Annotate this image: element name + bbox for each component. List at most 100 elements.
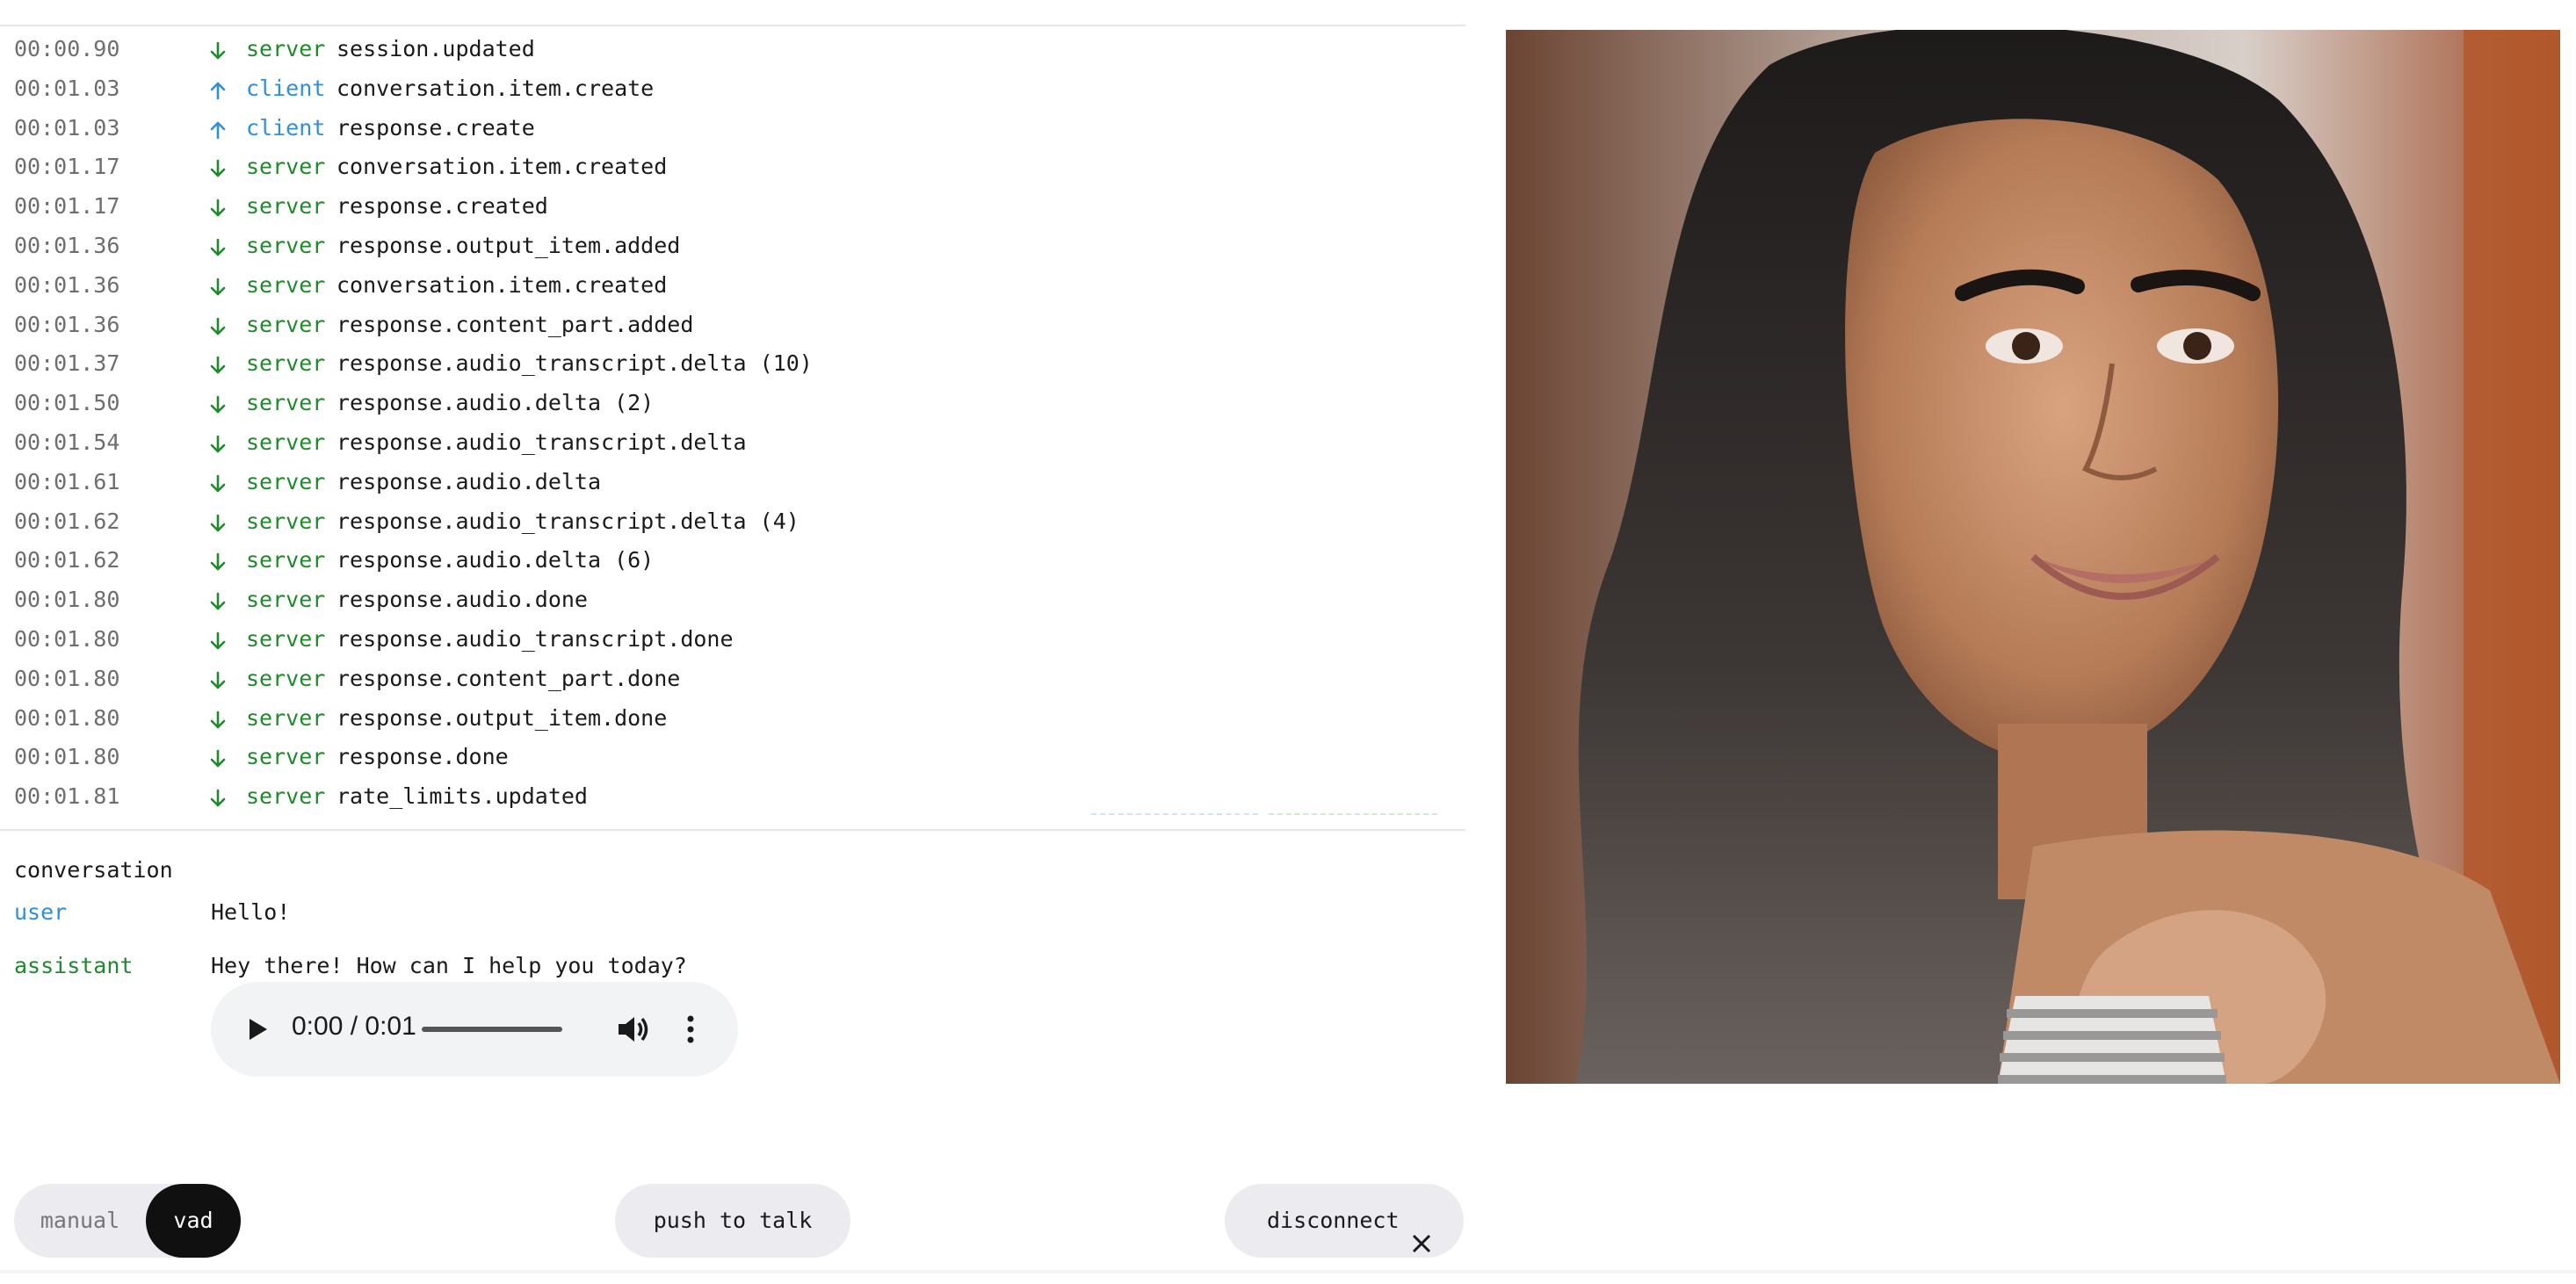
event-row[interactable]: 00:01.37 server response.audio_transcript.… bbox=[0, 346, 1465, 386]
arrow-down-icon bbox=[207, 473, 228, 494]
event-time: 00:01.50 bbox=[14, 390, 120, 416]
arrow-down-icon bbox=[207, 748, 228, 769]
event-row[interactable]: 00:01.03 client response.create bbox=[0, 111, 1465, 150]
event-time: 00:01.36 bbox=[14, 232, 120, 258]
event-row[interactable]: 00:01.62 server response.audio_transcript.… bbox=[0, 504, 1465, 544]
event-time: 00:01.81 bbox=[14, 783, 120, 810]
arrow-down-icon bbox=[207, 434, 228, 455]
mode-manual-button[interactable]: manual bbox=[14, 1184, 146, 1258]
disconnect-button[interactable]: disconnect bbox=[1225, 1184, 1464, 1258]
bottom-strip bbox=[0, 1270, 2576, 1273]
arrow-down-icon bbox=[207, 670, 228, 691]
portrait-illustration bbox=[1506, 30, 2560, 1084]
event-type: response.audio_transcript.delta (4) bbox=[336, 508, 800, 534]
event-row[interactable]: 00:01.36 server conversation.item.created bbox=[0, 268, 1465, 307]
message-text-user: Hello! bbox=[211, 899, 291, 925]
message-text-assistant: Hey there! How can I help you today? bbox=[211, 953, 687, 978]
event-source: server bbox=[246, 390, 326, 416]
event-source: server bbox=[246, 508, 326, 534]
event-time: 00:01.36 bbox=[14, 271, 120, 298]
arrow-down-icon bbox=[207, 277, 228, 298]
arrow-down-icon bbox=[207, 355, 228, 376]
striped-sleeve bbox=[1998, 996, 2226, 1084]
event-source: client bbox=[246, 114, 326, 141]
event-row[interactable]: 00:01.80 server response.done bbox=[0, 739, 1465, 779]
event-type: response.content_part.added bbox=[336, 311, 694, 337]
event-source: server bbox=[246, 587, 326, 613]
audio-time: 0:00 / 0:01 bbox=[292, 1012, 416, 1041]
event-type: response.create bbox=[336, 114, 535, 141]
event-row[interactable]: 00:00.90 server session.updated bbox=[0, 32, 1465, 71]
arrow-down-icon bbox=[207, 710, 228, 731]
play-icon[interactable] bbox=[242, 1015, 271, 1043]
event-time: 00:01.61 bbox=[14, 468, 120, 494]
push-to-talk-button[interactable]: push to talk bbox=[615, 1184, 850, 1258]
event-type: conversation.item.created bbox=[336, 271, 668, 298]
server-visualization-dash bbox=[1269, 813, 1437, 815]
arrow-down-icon bbox=[207, 198, 228, 219]
event-type: response.output_item.done bbox=[336, 704, 668, 731]
audio-progress-bar[interactable] bbox=[422, 1027, 562, 1032]
mode-vad-button[interactable]: vad bbox=[146, 1184, 241, 1258]
more-vertical-icon[interactable] bbox=[685, 1013, 696, 1045]
avatar-portrait-image bbox=[1506, 30, 2560, 1084]
event-source: server bbox=[246, 704, 326, 731]
event-log[interactable]: 00:00.90 server session.updated 00:01.03 cli… bbox=[0, 32, 1465, 819]
event-source: server bbox=[246, 232, 326, 258]
arrow-down-icon bbox=[207, 631, 228, 652]
event-time: 00:01.62 bbox=[14, 508, 120, 534]
event-type: response.audio_transcript.delta bbox=[336, 429, 747, 455]
event-type: conversation.item.created bbox=[336, 154, 668, 180]
disconnect-label: disconnect bbox=[1267, 1208, 1400, 1233]
event-source: server bbox=[246, 547, 326, 573]
audio-player[interactable]: 0:00 / 0:01 bbox=[211, 982, 738, 1077]
event-source: server bbox=[246, 36, 326, 61]
event-source: server bbox=[246, 271, 326, 298]
message-role-assistant: assistant bbox=[14, 953, 134, 978]
mode-toggle[interactable]: manual vad bbox=[14, 1184, 241, 1258]
event-row[interactable]: 00:01.17 server response.created bbox=[0, 189, 1465, 228]
arrow-down-icon bbox=[207, 316, 228, 337]
arrow-up-icon bbox=[207, 80, 228, 101]
section-divider bbox=[0, 829, 1465, 831]
event-row[interactable]: 00:01.80 server response.output_item.done bbox=[0, 701, 1465, 740]
event-row[interactable]: 00:01.50 server response.audio.delta (2) bbox=[0, 386, 1465, 425]
message-role-user: user bbox=[14, 899, 68, 925]
event-source: server bbox=[246, 193, 326, 220]
event-time: 00:01.80 bbox=[14, 704, 120, 731]
event-time: 00:01.80 bbox=[14, 744, 120, 770]
event-row[interactable]: 00:01.62 server response.audio.delta (6) bbox=[0, 543, 1465, 582]
event-source: server bbox=[246, 154, 326, 180]
arrow-down-icon bbox=[207, 237, 228, 258]
event-time: 00:01.17 bbox=[14, 154, 120, 180]
console-panel: 00:00.90 server session.updated 00:01.03 cli… bbox=[0, 0, 1465, 1273]
event-type: response.audio_transcript.delta (10) bbox=[336, 350, 813, 377]
event-time: 00:01.62 bbox=[14, 547, 120, 573]
event-row[interactable]: 00:01.54 server response.audio_transcript.… bbox=[0, 425, 1465, 465]
event-row[interactable]: 00:01.80 server response.audio_transcript.… bbox=[0, 622, 1465, 661]
event-row[interactable]: 00:01.17 server conversation.item.created bbox=[0, 149, 1465, 189]
event-time: 00:01.80 bbox=[14, 587, 120, 613]
event-time: 00:00.90 bbox=[14, 36, 120, 61]
arrow-down-icon bbox=[207, 158, 228, 179]
event-source: server bbox=[246, 468, 326, 494]
arrow-down-icon bbox=[207, 40, 228, 61]
event-time: 00:01.80 bbox=[14, 625, 120, 652]
event-time: 00:01.17 bbox=[14, 193, 120, 220]
event-row[interactable]: 00:01.36 server response.output_item.added bbox=[0, 228, 1465, 268]
event-type: response.audio_transcript.done bbox=[336, 625, 734, 652]
event-type: response.done bbox=[336, 744, 509, 770]
arrow-down-icon bbox=[207, 513, 228, 534]
event-row[interactable]: 00:01.80 server response.audio.done bbox=[0, 582, 1465, 622]
event-row[interactable]: 00:01.80 server response.content_part.done bbox=[0, 661, 1465, 701]
event-type: response.audio.delta (2) bbox=[336, 390, 655, 416]
event-type: response.audio.delta bbox=[336, 468, 602, 494]
event-time: 00:01.54 bbox=[14, 429, 120, 455]
volume-icon[interactable] bbox=[615, 1013, 650, 1045]
event-row[interactable]: 00:01.61 server response.audio.delta bbox=[0, 465, 1465, 504]
event-type: session.updated bbox=[336, 36, 535, 61]
event-type: response.output_item.added bbox=[336, 232, 681, 258]
event-row[interactable]: 00:01.36 server response.content_part.adde… bbox=[0, 307, 1465, 347]
event-row[interactable]: 00:01.03 client conversation.item.create bbox=[0, 71, 1465, 111]
event-time: 00:01.80 bbox=[14, 665, 120, 691]
